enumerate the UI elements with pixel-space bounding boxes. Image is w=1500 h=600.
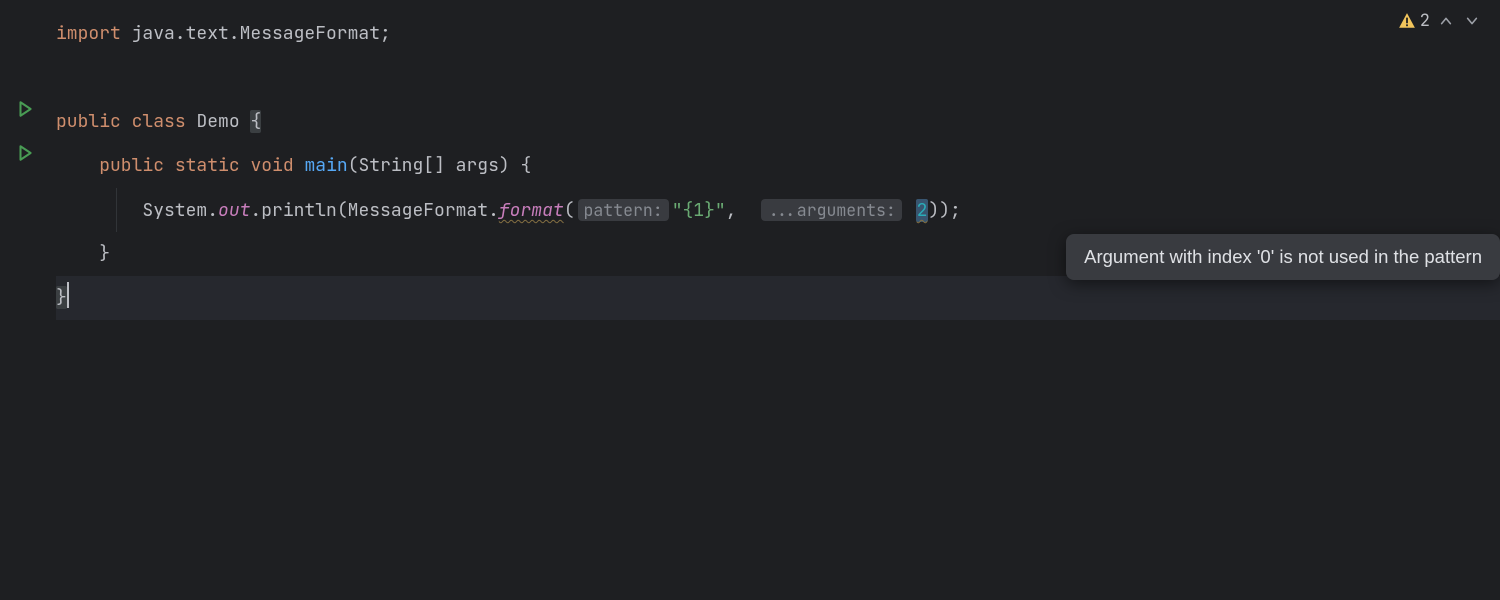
field-out: out bbox=[218, 199, 250, 222]
keyword-import: import bbox=[56, 22, 121, 45]
inspections-widget[interactable]: 2 bbox=[1398, 10, 1482, 32]
warning-icon bbox=[1398, 12, 1416, 30]
method-format: format bbox=[499, 199, 564, 222]
keyword-public: public bbox=[56, 110, 121, 133]
code-line[interactable]: public static void main(String[] args) { bbox=[56, 144, 1500, 188]
prev-highlight-button[interactable] bbox=[1436, 11, 1456, 31]
number-literal: 2 bbox=[916, 199, 929, 222]
brace-close: } bbox=[56, 286, 67, 309]
class-ref-mf: MessageFormat bbox=[348, 199, 488, 222]
code-line-empty[interactable] bbox=[56, 56, 1500, 100]
inspection-tooltip: Argument with index '0' is not used in t… bbox=[1066, 234, 1500, 280]
keyword-class: class bbox=[132, 110, 186, 133]
tooltip-text: Argument with index '0' is not used in t… bbox=[1084, 246, 1482, 267]
code-line-caret[interactable]: } bbox=[56, 276, 1500, 320]
brace-open: { bbox=[250, 110, 261, 133]
keyword-void: void bbox=[250, 154, 293, 177]
inlay-hint-pattern: pattern: bbox=[578, 199, 669, 221]
string-literal: "{1}" bbox=[672, 199, 726, 222]
class-name: Demo bbox=[196, 110, 239, 133]
warning-count: 2 bbox=[1420, 10, 1430, 32]
caret bbox=[67, 282, 69, 308]
run-gutter-icon[interactable] bbox=[16, 100, 34, 118]
code-area[interactable]: import java.text.MessageFormat; public c… bbox=[56, 0, 1500, 600]
method-main: main bbox=[304, 154, 347, 177]
keyword-static: static bbox=[175, 154, 240, 177]
import-path: java.text.MessageFormat; bbox=[121, 22, 391, 45]
class-ref: System. bbox=[142, 199, 218, 222]
param-list: String[] args bbox=[358, 154, 498, 177]
run-gutter-icon[interactable] bbox=[16, 144, 34, 162]
code-line[interactable]: System.out.println(MessageFormat.format(… bbox=[56, 188, 1500, 232]
code-line[interactable]: import java.text.MessageFormat; bbox=[56, 12, 1500, 56]
next-highlight-button[interactable] bbox=[1462, 11, 1482, 31]
code-line[interactable]: public class Demo { bbox=[56, 100, 1500, 144]
chevron-up-icon bbox=[1439, 14, 1453, 28]
brace-close: } bbox=[56, 242, 110, 265]
inlay-hint-arguments: ...arguments: bbox=[761, 199, 902, 221]
method-println: println bbox=[261, 199, 337, 222]
warning-count-group[interactable]: 2 bbox=[1398, 10, 1430, 32]
editor-area: import java.text.MessageFormat; public c… bbox=[0, 0, 1500, 600]
keyword-public: public bbox=[99, 154, 164, 177]
chevron-down-icon bbox=[1465, 14, 1479, 28]
gutter bbox=[0, 0, 56, 600]
